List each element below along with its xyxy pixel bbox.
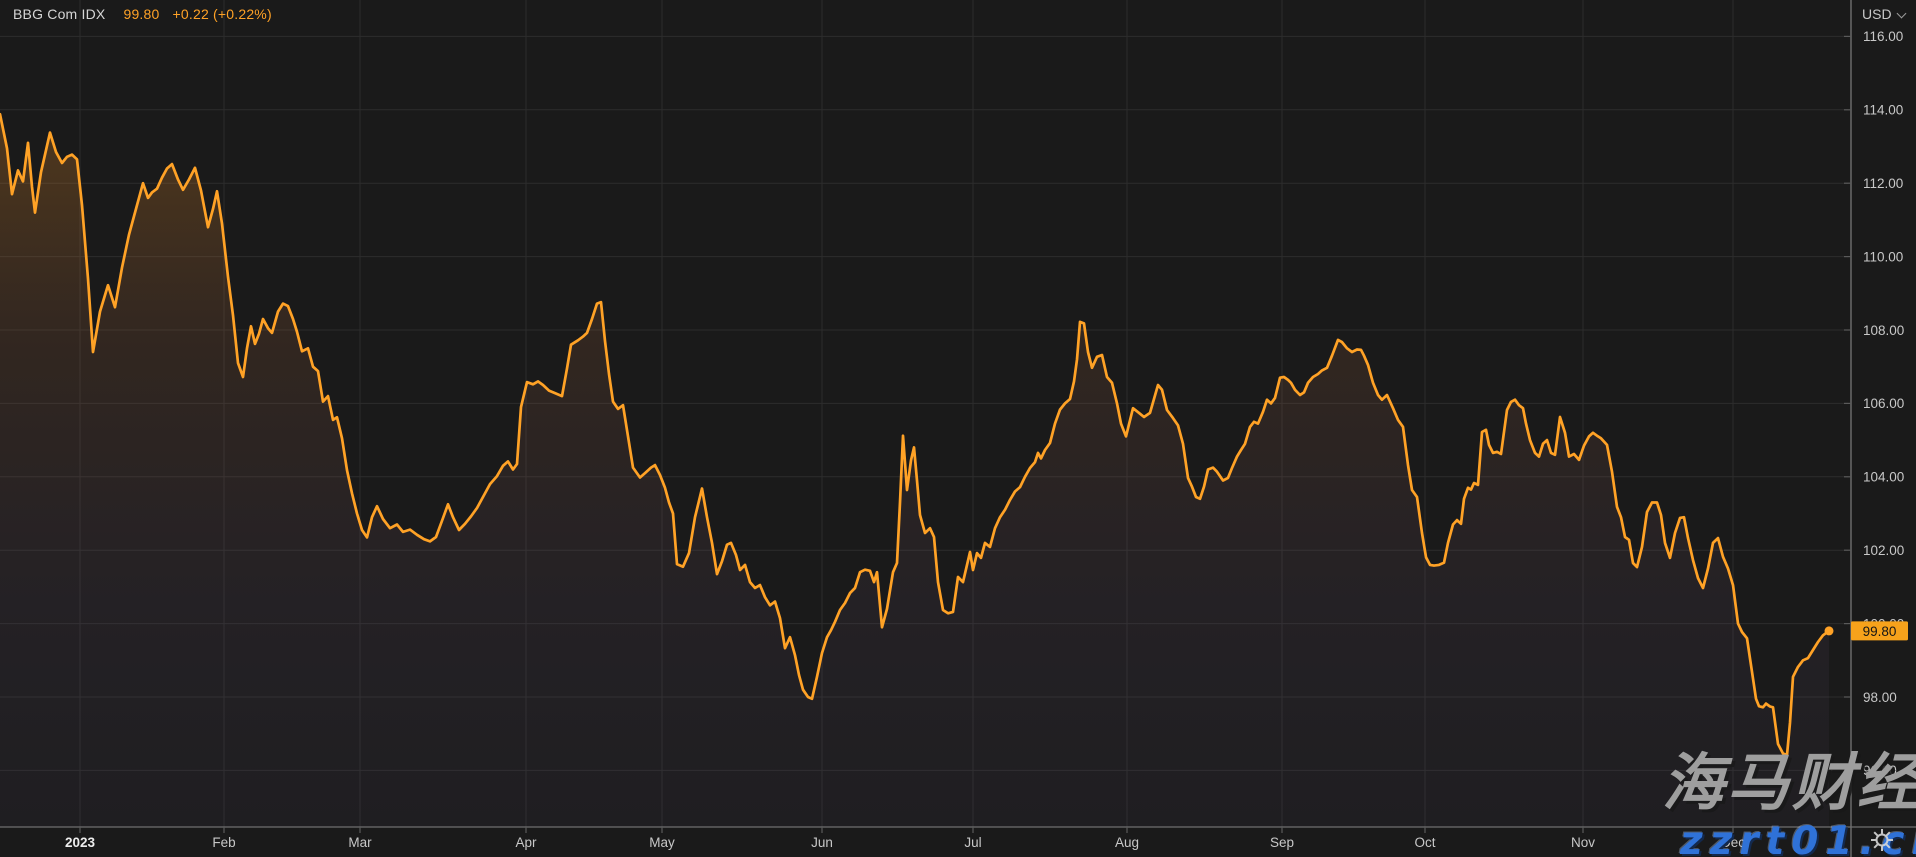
last-price-value: 99.80 (123, 6, 159, 22)
chevron-down-icon (1897, 8, 1906, 17)
svg-text:116.00: 116.00 (1863, 29, 1903, 44)
svg-text:102.00: 102.00 (1863, 543, 1904, 558)
watermark-cjk-text: 海马财经 (1662, 752, 1916, 814)
svg-text:Oct: Oct (1414, 835, 1435, 850)
svg-text:Mar: Mar (348, 835, 372, 850)
svg-text:98.00: 98.00 (1863, 690, 1897, 705)
last-price-dot (1825, 626, 1834, 635)
svg-text:104.00: 104.00 (1863, 470, 1904, 485)
svg-text:2023: 2023 (65, 835, 96, 850)
x-axis-labels: 2023FebMarAprMayJunJulAugSepOctNovDec (65, 835, 1745, 850)
svg-text:Sep: Sep (1270, 835, 1294, 850)
svg-text:Aug: Aug (1115, 835, 1139, 850)
y-axis-labels: 96.0098.00100.00102.00104.00106.00108.00… (1863, 29, 1904, 778)
svg-text:112.00: 112.00 (1863, 176, 1903, 191)
svg-text:106.00: 106.00 (1863, 396, 1904, 411)
last-price-badge: 99.80 (1851, 621, 1908, 640)
svg-text:108.00: 108.00 (1863, 323, 1904, 338)
chart-header: BBG Com IDX 99.80 +0.22 (+0.22%) (13, 5, 272, 23)
svg-text:Apr: Apr (515, 835, 537, 850)
currency-selector[interactable]: USD (1862, 6, 1906, 22)
svg-text:110.00: 110.00 (1863, 249, 1903, 264)
price-chart[interactable]: 96.0098.00100.00102.00104.00106.00108.00… (0, 0, 1916, 857)
area-fill (0, 114, 1829, 827)
instrument-name: BBG Com IDX (13, 6, 105, 22)
currency-label: USD (1862, 6, 1892, 22)
svg-text:114.00: 114.00 (1863, 103, 1903, 118)
svg-text:May: May (649, 835, 675, 850)
svg-text:Jun: Jun (811, 835, 833, 850)
chart-window: 96.0098.00100.00102.00104.00106.00108.00… (0, 0, 1916, 857)
svg-text:Jul: Jul (964, 835, 981, 850)
svg-text:99.80: 99.80 (1863, 624, 1897, 639)
price-change: +0.22 (+0.22%) (173, 6, 272, 22)
svg-text:Nov: Nov (1571, 835, 1595, 850)
svg-text:Feb: Feb (212, 835, 235, 850)
